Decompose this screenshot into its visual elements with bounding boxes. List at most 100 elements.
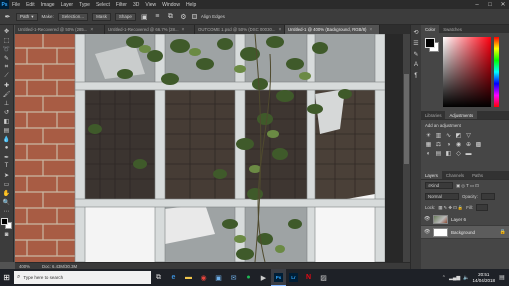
lasso-tool-icon[interactable]: ➰ xyxy=(2,45,12,53)
menu-layer[interactable]: Layer xyxy=(58,2,77,8)
tab-document-2[interactable]: Untitled-1-Recovered @ 66.7% (28... × xyxy=(105,25,195,34)
black-white-icon[interactable]: ◑ xyxy=(445,141,452,148)
tab-document-1[interactable]: Untitled-1-Recovered @ 50% (285... × xyxy=(15,25,105,34)
layer-row-layer-6[interactable]: 👁 Layer 6 xyxy=(421,213,509,226)
file-explorer-icon[interactable]: ▬ xyxy=(181,269,196,286)
eyedropper-tool-icon[interactable]: ⟋ xyxy=(2,72,12,80)
path-selection-tool-icon[interactable]: ➤ xyxy=(2,171,12,179)
mail-icon[interactable]: ✉ xyxy=(226,269,241,286)
marquee-tool-icon[interactable]: ⬚ xyxy=(2,36,12,44)
tab-adjustments[interactable]: Adjustments xyxy=(445,111,478,119)
healing-brush-tool-icon[interactable]: ✚ xyxy=(2,81,12,89)
crop-tool-icon[interactable]: ⌗ xyxy=(2,63,12,71)
media-player-icon[interactable]: ▶ xyxy=(256,269,271,286)
vibrance-icon[interactable]: ▽ xyxy=(465,132,472,139)
maximize-button[interactable]: □ xyxy=(484,0,496,9)
menu-window[interactable]: Window xyxy=(159,2,183,8)
close-button[interactable]: ✕ xyxy=(497,0,509,9)
edge-icon[interactable]: e xyxy=(166,269,181,286)
quick-select-tool-icon[interactable]: ✎ xyxy=(2,54,12,62)
dodge-tool-icon[interactable]: ● xyxy=(2,144,12,152)
color-lookup-icon[interactable]: ▩ xyxy=(475,141,482,148)
brush-settings-icon[interactable]: ✎ xyxy=(412,50,420,58)
lightroom-taskbar-icon[interactable]: Lr xyxy=(286,269,301,286)
clone-stamp-tool-icon[interactable]: ⊥ xyxy=(2,99,12,107)
scrollbar-thumb[interactable] xyxy=(404,74,409,164)
minimize-button[interactable]: – xyxy=(471,0,483,9)
opacity-field[interactable] xyxy=(480,193,495,200)
zoom-level[interactable]: 400% xyxy=(19,264,30,269)
filter-icons[interactable]: ▣ ◎ T ▭ ⊡ xyxy=(456,183,479,189)
volume-icon[interactable]: 🔈 xyxy=(463,275,469,281)
document-image[interactable] xyxy=(15,34,385,262)
store-icon[interactable]: ▣ xyxy=(211,269,226,286)
gradient-tool-icon[interactable]: ▤ xyxy=(2,126,12,134)
close-icon[interactable]: × xyxy=(182,27,185,33)
levels-icon[interactable]: ▥ xyxy=(435,132,442,139)
path-arrangement-icon[interactable]: ⧉ xyxy=(166,12,175,21)
pen-tool-icon[interactable]: ✒ xyxy=(3,12,12,21)
brightness-contrast-icon[interactable]: ☀ xyxy=(425,132,432,139)
curves-icon[interactable]: ∿ xyxy=(445,132,452,139)
make-selection-button[interactable]: Selection... xyxy=(57,12,89,21)
pen-tool-icon[interactable]: ✒ xyxy=(2,153,12,161)
canvas-area[interactable] xyxy=(15,34,410,262)
netflix-icon[interactable]: N xyxy=(301,269,316,286)
eye-icon[interactable]: 👁 xyxy=(424,216,430,222)
quick-mask-icon[interactable]: ◙ xyxy=(2,231,12,239)
path-alignment-icon[interactable]: ≡ xyxy=(153,12,162,21)
chrome-icon[interactable]: ◉ xyxy=(196,269,211,286)
tab-color[interactable]: Color xyxy=(421,25,440,33)
color-balance-icon[interactable]: ⚖ xyxy=(435,141,442,148)
tab-document-4-active[interactable]: Untitled-1 @ 400% (Background, RGB/8) × xyxy=(285,25,380,34)
tab-paths[interactable]: Paths xyxy=(468,171,487,179)
task-view-icon[interactable]: ⧉ xyxy=(151,269,166,286)
chevron-up-icon[interactable]: ⌃ xyxy=(442,275,446,281)
tab-channels[interactable]: Channels xyxy=(442,171,468,179)
menu-filter[interactable]: Filter xyxy=(113,2,130,8)
align-edges-checkbox[interactable] xyxy=(191,14,197,19)
character-icon[interactable]: A xyxy=(412,61,420,69)
selective-color-icon[interactable]: ◇ xyxy=(455,150,462,157)
zoom-tool-icon[interactable]: 🔍 xyxy=(2,198,12,206)
photos-icon[interactable]: ▨ xyxy=(316,269,331,286)
windows-start-icon[interactable]: ⊞ xyxy=(0,269,13,286)
tab-document-3[interactable]: OUTCOME 1.psd @ 50% (DSC 00030... × xyxy=(195,25,285,34)
blend-mode-select[interactable]: Normal xyxy=(425,193,459,200)
layer-name[interactable]: Layer 6 xyxy=(451,217,466,222)
hand-tool-icon[interactable]: ✋ xyxy=(2,189,12,197)
foreground-color-swatch[interactable] xyxy=(0,218,8,225)
more-tools-icon[interactable]: ⋯ xyxy=(2,207,12,215)
gradient-map-icon[interactable]: ▬ xyxy=(465,150,472,157)
hue-saturation-icon[interactable]: ▦ xyxy=(425,141,432,148)
menu-image[interactable]: Image xyxy=(38,2,58,8)
vertical-scrollbar[interactable] xyxy=(403,34,410,262)
gear-icon[interactable]: ⚙ xyxy=(179,12,188,21)
eye-icon[interactable]: 👁 xyxy=(424,229,430,235)
move-tool-icon[interactable]: ✥ xyxy=(2,27,12,35)
color-picker-field[interactable] xyxy=(443,37,491,107)
tool-mode-select[interactable]: Path ▾ xyxy=(16,12,38,21)
paragraph-icon[interactable]: ¶ xyxy=(412,72,420,80)
menu-view[interactable]: View xyxy=(142,2,159,8)
photoshop-taskbar-icon[interactable]: Ps xyxy=(271,269,286,286)
menu-file[interactable]: File xyxy=(9,2,23,8)
taskbar-search-box[interactable]: ⌕ Type here to search xyxy=(14,271,151,284)
rectangle-tool-icon[interactable]: ▭ xyxy=(2,180,12,188)
threshold-icon[interactable]: ◧ xyxy=(445,150,452,157)
tab-swatches[interactable]: Swatches xyxy=(439,25,466,33)
close-icon[interactable]: × xyxy=(90,27,93,33)
type-tool-icon[interactable]: T xyxy=(2,162,12,170)
layer-name[interactable]: Background xyxy=(451,230,475,235)
menu-edit[interactable]: Edit xyxy=(23,2,38,8)
fill-field[interactable] xyxy=(475,204,488,211)
posterize-icon[interactable]: ▤ xyxy=(435,150,442,157)
eraser-tool-icon[interactable]: ◧ xyxy=(2,117,12,125)
make-shape-button[interactable]: Shape xyxy=(114,12,136,21)
layer-filter-select[interactable]: ⌕ Kind xyxy=(425,182,453,189)
tab-libraries[interactable]: Libraries xyxy=(421,111,445,119)
notification-icon[interactable]: ▤ xyxy=(497,272,507,283)
network-icon[interactable]: ▂▄▆ xyxy=(449,275,460,281)
invert-icon[interactable]: ◐ xyxy=(425,150,432,157)
path-operations-icon[interactable]: ▣ xyxy=(140,12,149,21)
